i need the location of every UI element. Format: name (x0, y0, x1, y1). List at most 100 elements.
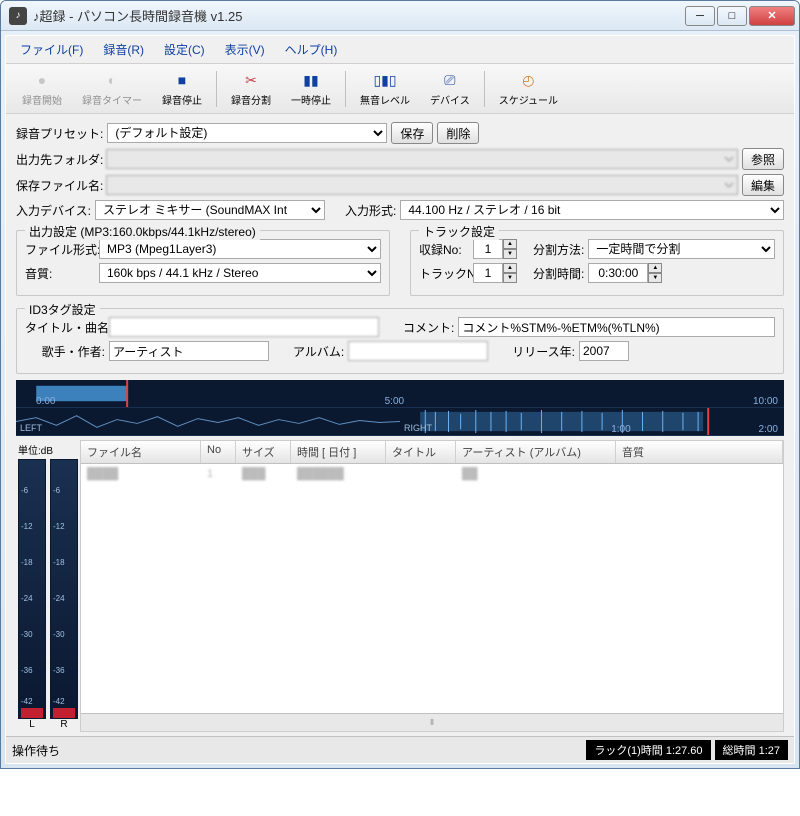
meter-l-label: L (18, 719, 46, 730)
browse-button[interactable]: 参照 (742, 148, 784, 170)
time-2b: 2:00 (759, 424, 778, 435)
tool-rec-stop[interactable]: ■ 録音停止 (152, 68, 212, 109)
comment-input[interactable] (458, 317, 775, 337)
meter-left: -6 -12 -18 -24 -30 -36 -42 (18, 459, 46, 719)
minimize-button[interactable]: ─ (685, 6, 715, 26)
output-settings-title: 出力設定 (MP3:160.0kbps/44.1kHz/stereo) (25, 223, 260, 240)
splittime-label: 分割時間: (533, 265, 584, 282)
tool-rec-start: ● 録音開始 (12, 68, 72, 109)
track-settings-group: トラック設定 収録No: ▲▼ 分割方法: 一定時間で分割 トラックNo: ▲▼… (410, 230, 784, 296)
album-input[interactable] (348, 341, 488, 361)
year-input[interactable] (579, 341, 629, 361)
preset-delete-button[interactable]: 削除 (437, 122, 479, 144)
time-5: 5:00 (385, 396, 404, 407)
trackno-label: トラックNo: (419, 265, 469, 282)
menu-record[interactable]: 録音(R) (93, 38, 154, 61)
song-title-label: タイトル・曲名: (25, 319, 105, 336)
tool-device[interactable]: ⎚ デバイス (420, 68, 480, 109)
comment-label: コメント: (403, 319, 454, 336)
input-format-label: 入力形式: (345, 202, 396, 219)
col-quality[interactable]: 音質 (616, 441, 783, 463)
record-icon: ● (32, 70, 52, 90)
maximize-button[interactable]: □ (717, 6, 747, 26)
splittime-spinner[interactable]: ▲▼ (588, 263, 662, 283)
separator (345, 71, 346, 107)
total-time-display: 総時間 1:27 (715, 740, 788, 760)
stop-icon: ■ (172, 70, 192, 90)
tool-pause[interactable]: ▮▮ 一時停止 (281, 68, 341, 109)
waveform-area: 0:00 5:00 10:00 LEFT (16, 380, 784, 436)
filetype-select[interactable]: MP3 (Mpeg1Layer3) (99, 239, 381, 259)
tool-schedule[interactable]: ◴ スケジュール (489, 68, 568, 109)
col-filename[interactable]: ファイル名 (81, 441, 201, 463)
song-title-input[interactable] (109, 317, 379, 337)
close-button[interactable]: ✕ (749, 6, 795, 26)
col-time-date[interactable]: 時間 [ 日付 ] (291, 441, 386, 463)
waveform-overview[interactable]: 0:00 5:00 10:00 (16, 380, 784, 408)
quality-select[interactable]: 160k bps / 44.1 kHz / Stereo (99, 263, 381, 283)
time-0: 0:00 (36, 396, 55, 407)
menu-settings[interactable]: 設定(C) (154, 38, 215, 61)
levels-icon: ▯▮▯ (375, 70, 395, 90)
output-folder-select[interactable] (106, 149, 738, 169)
artist-label: 歌手・作者: (25, 343, 105, 360)
recno-spinner[interactable]: ▲▼ (473, 239, 517, 259)
track-settings-title: トラック設定 (419, 223, 499, 240)
clock-icon: ◴ (518, 70, 538, 90)
col-title[interactable]: タイトル (386, 441, 456, 463)
year-label: リリース年: (512, 343, 575, 360)
trackno-spinner[interactable]: ▲▼ (473, 263, 517, 283)
tool-split[interactable]: ✂ 録音分割 (221, 68, 281, 109)
pause-icon: ▮▮ (301, 70, 321, 90)
filename-select[interactable] (106, 175, 738, 195)
meter-panel: 単位:dB -6 -12 -18 -24 -30 -36 -42 (16, 440, 80, 732)
input-device-label: 入力デバイス: (16, 202, 91, 219)
time-1b: 1:00 (611, 424, 630, 435)
edit-button[interactable]: 編集 (742, 174, 784, 196)
toolbar: ● 録音開始 ◐ 録音タイマー ■ 録音停止 ✂ 録音分割 ▮▮ 一時停止 (6, 64, 794, 114)
list-row[interactable]: ████ 1 ███ ██████ ██ (81, 464, 783, 484)
list-header: ファイル名 No サイズ 時間 [ 日付 ] タイトル アーティスト (アルバム… (81, 441, 783, 464)
waveform-right[interactable]: RIGHT 1:00 2:00 (400, 408, 784, 436)
app-icon: ♪ (9, 7, 27, 25)
split-icon: ✂ (241, 70, 261, 90)
tool-silence-level[interactable]: ▯▮▯ 無音レベル (350, 68, 420, 109)
separator (484, 71, 485, 107)
output-folder-label: 出力先フォルダ: (16, 151, 102, 168)
file-list: ファイル名 No サイズ 時間 [ 日付 ] タイトル アーティスト (アルバム… (80, 440, 784, 732)
output-settings-group: 出力設定 (MP3:160.0kbps/44.1kHz/stereo) ファイル… (16, 230, 390, 296)
app-window: ♪ ♪超録 - パソコン長時間録音機 v1.25 ─ □ ✕ ファイル(F) 録… (0, 0, 800, 769)
titlebar[interactable]: ♪ ♪超録 - パソコン長時間録音機 v1.25 ─ □ ✕ (1, 1, 799, 31)
statusbar: 操作待ち ラック(1)時間 1:27.60 総時間 1:27 (6, 736, 794, 763)
preset-select[interactable]: (デフォルト設定) (107, 123, 387, 143)
meter-unit-label: 単位:dB (18, 442, 78, 457)
col-no[interactable]: No (201, 441, 236, 463)
recno-label: 収録No: (419, 241, 469, 258)
filename-label: 保存ファイル名: (16, 177, 102, 194)
waveform-left[interactable]: LEFT (16, 408, 400, 436)
album-label: アルバム: (293, 343, 344, 360)
status-text: 操作待ち (12, 742, 582, 759)
left-channel-label: LEFT (20, 423, 42, 433)
menu-file[interactable]: ファイル(F) (10, 38, 93, 61)
track-time-display: ラック(1)時間 1:27.60 (586, 740, 710, 760)
col-artist-album[interactable]: アーティスト (アルバム) (456, 441, 616, 463)
menu-help[interactable]: ヘルプ(H) (275, 38, 348, 61)
tool-rec-timer: ◐ 録音タイマー (72, 68, 152, 109)
device-icon: ⎚ (440, 70, 460, 90)
separator (216, 71, 217, 107)
artist-input[interactable] (109, 341, 269, 361)
list-body[interactable]: ████ 1 ███ ██████ ██ (81, 464, 783, 713)
horizontal-scrollbar[interactable]: ⦀ (81, 713, 783, 731)
quality-label: 音質: (25, 265, 95, 282)
col-size[interactable]: サイズ (236, 441, 291, 463)
menubar: ファイル(F) 録音(R) 設定(C) 表示(V) ヘルプ(H) (6, 36, 794, 64)
preset-save-button[interactable]: 保存 (391, 122, 433, 144)
input-device-select[interactable]: ステレオ ミキサー (SoundMAX Int (95, 200, 325, 220)
split-method-select[interactable]: 一定時間で分割 (588, 239, 775, 259)
window-title: ♪超録 - パソコン長時間録音機 v1.25 (33, 6, 685, 25)
filetype-label: ファイル形式: (25, 241, 95, 258)
right-channel-label: RIGHT (404, 423, 432, 433)
menu-view[interactable]: 表示(V) (215, 38, 275, 61)
input-format-select[interactable]: 44.100 Hz / ステレオ / 16 bit (400, 200, 784, 220)
